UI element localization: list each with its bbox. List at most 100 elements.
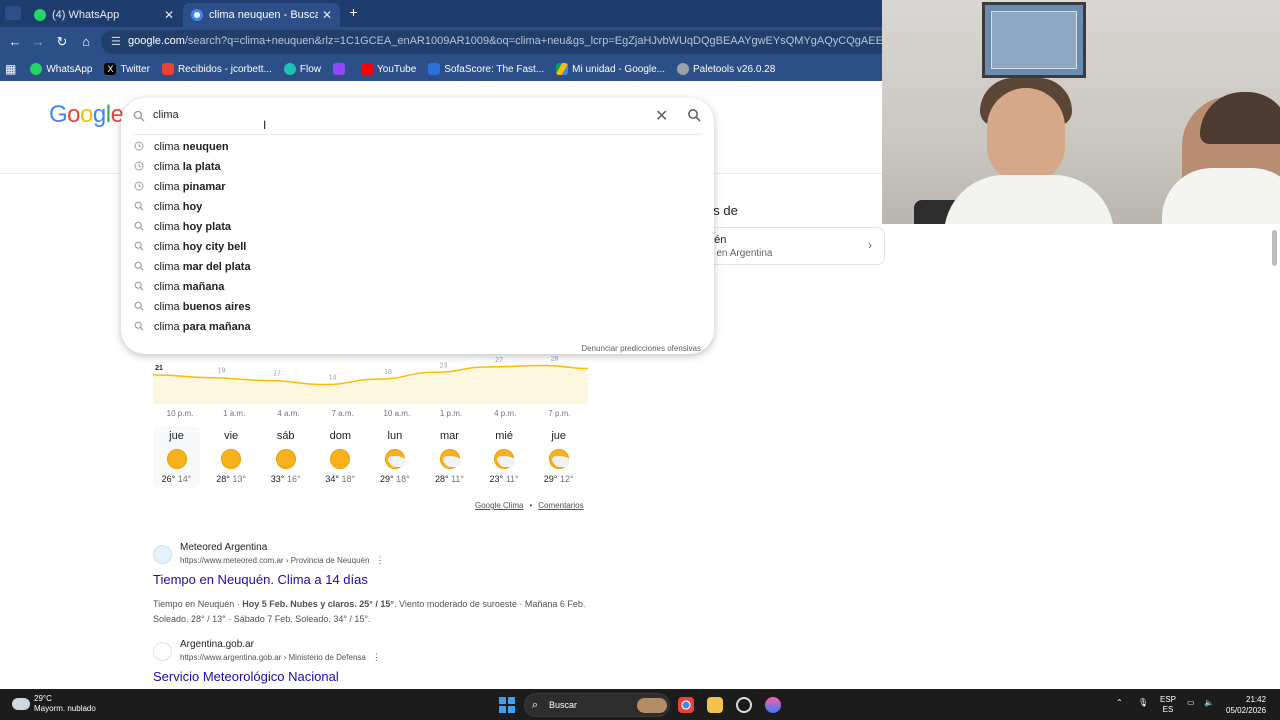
bookmark-youtube[interactable]: YouTube	[361, 63, 416, 75]
forecast-day[interactable]: dom 34° 18°	[317, 426, 364, 488]
forecast-day[interactable]: lun 29° 18°	[371, 426, 418, 488]
bookmark-flow[interactable]: Flow	[283, 63, 321, 75]
whatsapp-icon	[30, 63, 43, 75]
related-place-card[interactable]: uén d en Argentina ›	[695, 227, 885, 265]
search-icon	[132, 301, 146, 314]
app-icon[interactable]	[736, 697, 752, 713]
bookmark-sofascore[interactable]: SofaScore: The Fast...	[428, 63, 544, 75]
day-temperatures: 29° 18°	[380, 474, 410, 484]
suggestion-item[interactable]: clima mar del plata	[132, 257, 692, 277]
bookmark-whatsapp[interactable]: WhatsApp	[30, 63, 92, 75]
daily-forecast: jue 26° 14° vie 28° 13° sáb 33° 16° dom 34° 18°…	[153, 426, 593, 490]
drive-icon	[556, 63, 569, 75]
result-url: https://www.argentina.gob.ar › Ministeri…	[180, 652, 381, 662]
suggestion-item[interactable]: clima neuquen	[132, 137, 692, 157]
back-button[interactable]: ←	[7, 34, 23, 50]
site-info-icon[interactable]: ☰	[111, 35, 121, 48]
language-indicator[interactable]: ESP ES	[1160, 695, 1176, 715]
home-button[interactable]: ⌂	[78, 34, 94, 50]
forecast-day[interactable]: jue 26° 14°	[153, 426, 200, 488]
clear-search-button[interactable]: ✕	[655, 106, 668, 126]
temperature-graph: 21 19 17 14 18 23 27 28	[153, 356, 588, 404]
day-name: sáb	[276, 430, 295, 442]
search-icon	[132, 201, 146, 214]
bookmark-drive[interactable]: Mi unidad - Google...	[556, 63, 665, 75]
temperature-label: 14	[329, 375, 337, 382]
chrome-icon[interactable]	[678, 697, 694, 713]
sunny-icon	[275, 448, 297, 470]
sunny-icon	[220, 448, 242, 470]
meteored-favicon	[153, 545, 172, 564]
forecast-day[interactable]: vie 28° 13°	[208, 426, 255, 488]
browser-toolbar: ← → ↻ ⌂ ☰ google.com/search?q=clima+neuq…	[0, 27, 891, 57]
scrollbar-thumb[interactable]	[1272, 230, 1277, 266]
google-logo[interactable]: Google	[49, 101, 124, 129]
result-title-link[interactable]: Tiempo en Neuquén. Clima a 14 días	[153, 572, 368, 587]
taskbar-search[interactable]: ⌕ Buscar	[524, 693, 670, 717]
bookmark-gmail[interactable]: Recibidos - jcorbett...	[161, 63, 272, 75]
droplet-app-icon[interactable]	[765, 697, 781, 713]
partly-cloudy-icon	[548, 448, 570, 470]
close-tab-icon[interactable]: ✕	[322, 8, 332, 22]
temperature-label: 18	[384, 369, 392, 376]
google-weather-link[interactable]: Google Clima	[475, 501, 523, 510]
reload-button[interactable]: ↻	[54, 34, 70, 50]
page-scrollbar[interactable]	[1270, 224, 1280, 689]
suggestion-item[interactable]: clima hoy	[132, 197, 692, 217]
suggestion-item[interactable]: clima mañana	[132, 277, 692, 297]
search-icon	[132, 221, 146, 234]
report-predictions-link[interactable]: Denunciar predicciones ofensivas	[581, 344, 701, 353]
search-result: Meteored Argentina https://www.meteored.…	[153, 542, 593, 624]
file-explorer-icon[interactable]	[707, 697, 723, 713]
suggestion-item[interactable]: clima la plata	[132, 157, 692, 177]
suggestion-item[interactable]: clima para mañana	[132, 317, 692, 337]
microphone-icon[interactable]: 🎙	[1138, 698, 1148, 708]
tab-whatsapp[interactable]: (4) WhatsApp ✕	[26, 3, 182, 27]
feedback-link[interactable]: Comentarios	[538, 501, 583, 510]
hour-label: 4 p.m.	[494, 409, 517, 418]
partly-cloudy-icon	[493, 448, 516, 470]
result-title-link[interactable]: Servicio Meteorológico Nacional	[153, 669, 339, 684]
weather-widget[interactable]: 29°C Mayorm. nublado	[12, 694, 96, 714]
suggestion-item[interactable]: clima hoy city bell	[132, 237, 692, 257]
new-tab-button[interactable]: +	[346, 5, 361, 21]
forward-button[interactable]: →	[30, 34, 46, 50]
forecast-day[interactable]: jue 29° 12°	[535, 426, 582, 488]
more-options-icon[interactable]: ⋮	[375, 555, 384, 565]
search-submit-button[interactable]	[687, 108, 703, 124]
network-icon[interactable]: ▭	[1187, 698, 1195, 708]
sunny-icon	[166, 448, 188, 470]
chevron-up-icon[interactable]: ⌃	[1116, 698, 1123, 708]
bookmark-paletools[interactable]: Paletools v26.0.28	[677, 63, 775, 75]
forecast-day[interactable]: mar 28° 11°	[426, 426, 473, 488]
partly-cloudy-icon	[384, 448, 406, 470]
apps-grid-icon[interactable]: ▦	[5, 62, 16, 76]
search-icon: ⌕	[532, 699, 539, 711]
system-clock[interactable]: 21:42 05/02/2026	[1226, 694, 1266, 716]
address-bar[interactable]: ☰ google.com/search?q=clima+neuquen&rlz=…	[101, 30, 891, 54]
gmail-icon	[161, 63, 174, 75]
forecast-day[interactable]: sáb 33° 16°	[262, 426, 309, 488]
more-options-icon[interactable]: ⋮	[372, 652, 381, 662]
tab-search-button[interactable]	[5, 6, 21, 20]
temperature-label: 21	[155, 365, 163, 372]
volume-icon[interactable]: 🔈	[1204, 698, 1214, 708]
suggestion-item[interactable]: clima pinamar	[132, 177, 692, 197]
temperature-label: 19	[218, 368, 226, 375]
bookmark-twitch[interactable]	[333, 63, 349, 75]
suggestion-item[interactable]: clima buenos aires	[132, 297, 692, 317]
webcam-overlay	[882, 0, 1280, 224]
forecast-day[interactable]: mié 23° 11°	[481, 426, 528, 488]
search-input[interactable]: clima	[153, 109, 179, 121]
partly-cloudy-icon	[439, 448, 461, 470]
related-place-desc: d en Argentina	[708, 248, 773, 259]
windows-start-icon[interactable]	[499, 697, 515, 713]
history-icon	[132, 161, 146, 174]
day-name: jue	[551, 430, 567, 442]
hour-label: 7 p.m.	[548, 409, 571, 418]
cloudy-weather-icon	[12, 698, 30, 710]
bookmark-twitter[interactable]: X Twitter	[104, 63, 150, 75]
suggestion-item[interactable]: clima hoy plata	[132, 217, 692, 237]
tab-google-search[interactable]: clima neuquen - Buscar con Go ✕	[183, 3, 340, 27]
close-tab-icon[interactable]: ✕	[164, 8, 174, 22]
